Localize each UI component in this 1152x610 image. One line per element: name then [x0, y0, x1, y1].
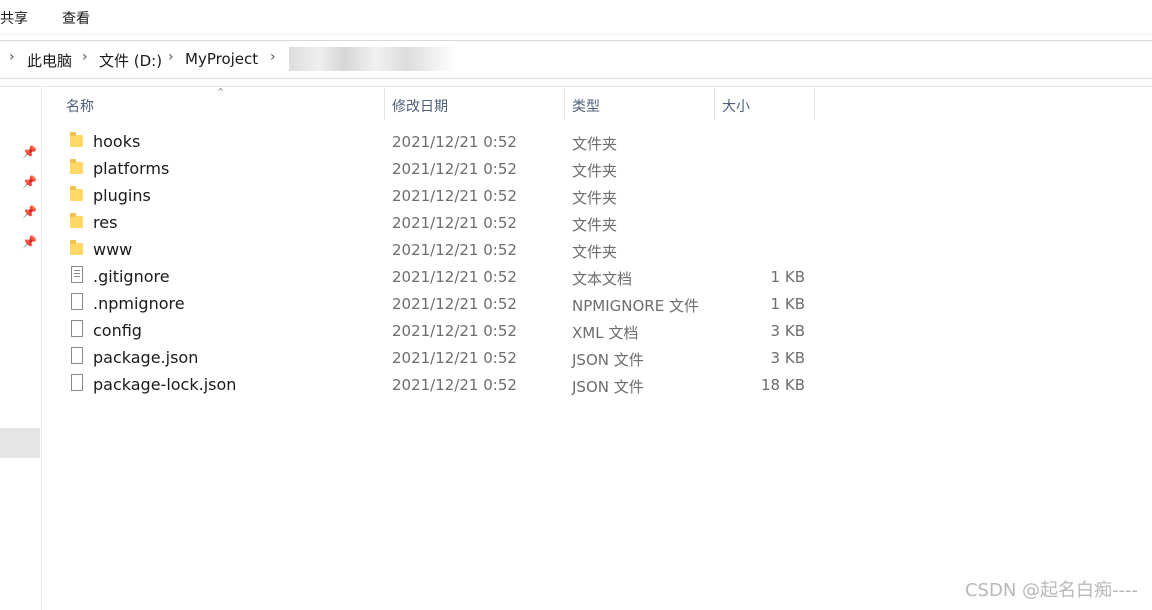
file-modified-date: 2021/12/21 0:52: [392, 376, 517, 394]
file-modified-date: 2021/12/21 0:52: [392, 295, 517, 313]
file-type: 文件夹: [572, 216, 618, 234]
file-type: 文件夹: [572, 162, 618, 180]
file-size: 1 KB: [770, 268, 805, 286]
folder-icon: [70, 213, 83, 228]
file-row[interactable]: plugins 2021/12/21 0:52 文件夹: [43, 182, 843, 209]
file-name: package.json: [93, 348, 199, 367]
file-row[interactable]: .npmignore 2021/12/21 0:52 NPMIGNORE 文件 1 K…: [43, 290, 843, 317]
text-file-icon: [71, 266, 83, 283]
folder-icon: [70, 132, 83, 147]
file-icon: [71, 293, 83, 310]
file-modified-date: 2021/12/21 0:52: [392, 268, 517, 286]
file-name: package-lock.json: [93, 375, 237, 394]
column-divider[interactable]: [564, 88, 565, 120]
column-header-modified[interactable]: 修改日期: [392, 96, 448, 116]
file-name: platforms: [93, 159, 170, 178]
file-list: hooks 2021/12/21 0:52 文件夹 platforms 2021/12/…: [43, 128, 843, 398]
nav-selected-item[interactable]: [0, 428, 40, 458]
blurred-breadcrumb: [289, 47, 457, 71]
file-size: 18 KB: [761, 376, 805, 394]
file-row[interactable]: platforms 2021/12/21 0:52 文件夹: [43, 155, 843, 182]
file-type: NPMIGNORE 文件: [572, 297, 699, 315]
file-size: 3 KB: [770, 322, 805, 340]
file-name: plugins: [93, 186, 151, 205]
chevron-right-icon[interactable]: ›: [9, 49, 15, 65]
file-type: XML 文档: [572, 324, 639, 342]
file-name: .npmignore: [93, 294, 185, 313]
column-header-name[interactable]: 名称: [66, 96, 94, 116]
pin-icon: 📌: [22, 235, 37, 249]
pin-icon: 📌: [22, 205, 37, 219]
file-size: 3 KB: [770, 349, 805, 367]
file-name: hooks: [93, 132, 141, 151]
tab-share[interactable]: 共享: [0, 8, 28, 28]
file-modified-date: 2021/12/21 0:52: [392, 160, 517, 178]
file-name: res: [93, 213, 118, 232]
address-bar[interactable]: › 此电脑 › 文件 (D:) › MyProject ›: [0, 40, 1152, 79]
file-row[interactable]: .gitignore 2021/12/21 0:52 文本文档 1 KB: [43, 263, 843, 290]
ribbon-divider: [0, 34, 1152, 35]
file-row[interactable]: config 2021/12/21 0:52 XML 文档 3 KB: [43, 317, 843, 344]
file-type: JSON 文件: [572, 378, 644, 396]
file-icon: [71, 320, 83, 337]
ribbon: 共享 查看: [0, 0, 1152, 34]
sort-arrow-icon: ⌃: [216, 86, 226, 99]
column-divider[interactable]: [714, 88, 715, 120]
file-row[interactable]: package-lock.json 2021/12/21 0:52 JSON 文件 1…: [43, 371, 843, 398]
file-name: .gitignore: [93, 267, 170, 286]
watermark: CSDN @起名白痴----: [964, 580, 1138, 601]
address-divider: [0, 86, 1152, 87]
file-row[interactable]: www 2021/12/21 0:52 文件夹: [43, 236, 843, 263]
chevron-right-icon[interactable]: ›: [82, 49, 88, 65]
file-type: 文件夹: [572, 189, 618, 207]
file-icon: [71, 347, 83, 364]
pin-icon: 📌: [22, 175, 37, 189]
pin-icon: 📌: [22, 145, 37, 159]
column-divider[interactable]: [384, 88, 385, 120]
file-modified-date: 2021/12/21 0:52: [392, 133, 517, 151]
column-divider[interactable]: [814, 88, 815, 120]
tab-view[interactable]: 查看: [62, 8, 90, 28]
file-name: config: [93, 321, 142, 340]
breadcrumb-myproject[interactable]: MyProject: [185, 50, 258, 68]
file-row[interactable]: package.json 2021/12/21 0:52 JSON 文件 3 KB: [43, 344, 843, 371]
file-row[interactable]: res 2021/12/21 0:52 文件夹: [43, 209, 843, 236]
chevron-right-icon[interactable]: ›: [168, 49, 174, 65]
folder-icon: [70, 240, 83, 255]
folder-icon: [70, 159, 83, 174]
file-modified-date: 2021/12/21 0:52: [392, 187, 517, 205]
column-header-size[interactable]: 大小: [722, 96, 750, 116]
file-size: 1 KB: [770, 295, 805, 313]
file-row[interactable]: hooks 2021/12/21 0:52 文件夹: [43, 128, 843, 155]
file-type: 文件夹: [572, 243, 618, 261]
file-icon: [71, 374, 83, 391]
column-header-type[interactable]: 类型: [572, 96, 600, 116]
file-name: www: [93, 240, 133, 259]
folder-icon: [70, 186, 83, 201]
breadcrumb-this-pc[interactable]: 此电脑: [27, 50, 72, 71]
breadcrumb-drive-d[interactable]: 文件 (D:): [99, 50, 162, 71]
file-modified-date: 2021/12/21 0:52: [392, 349, 517, 367]
file-modified-date: 2021/12/21 0:52: [392, 241, 517, 259]
file-modified-date: 2021/12/21 0:52: [392, 214, 517, 232]
chevron-right-icon[interactable]: ›: [270, 49, 276, 65]
navigation-pane: 📌 📌 📌 📌: [0, 87, 42, 610]
file-type: 文本文档: [572, 270, 633, 288]
file-type: 文件夹: [572, 135, 618, 153]
file-modified-date: 2021/12/21 0:52: [392, 322, 517, 340]
file-type: JSON 文件: [572, 351, 644, 369]
